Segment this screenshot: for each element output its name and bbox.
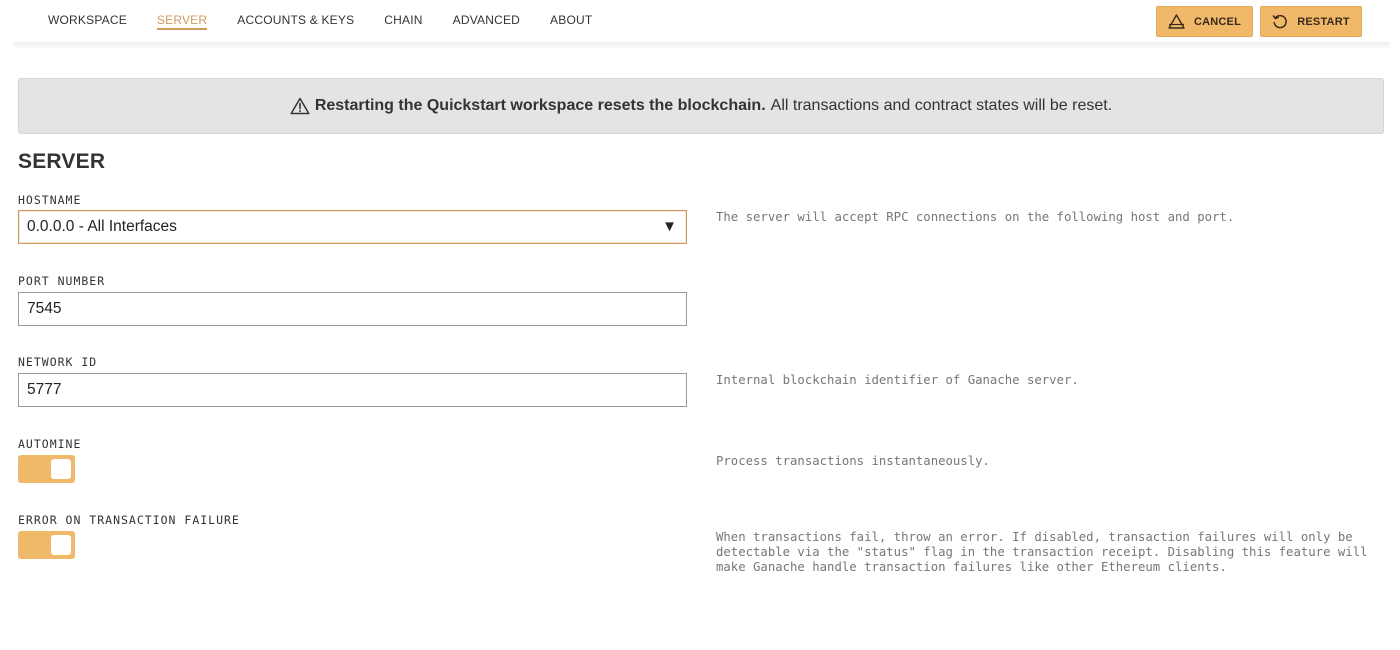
port-number-input[interactable]: 7545 bbox=[18, 292, 687, 326]
banner-strong-text: Restarting the Quickstart workspace rese… bbox=[314, 97, 766, 114]
banner-text: All transactions and contract states wil… bbox=[770, 97, 1113, 114]
port-number-label: PORT NUMBER bbox=[18, 274, 106, 288]
hostname-label: HOSTNAME bbox=[18, 193, 82, 207]
restart-button[interactable]: RESTART bbox=[1260, 6, 1362, 37]
restart-icon bbox=[1272, 14, 1288, 28]
automine-toggle[interactable] bbox=[18, 455, 75, 483]
automine-label: AUTOMINE bbox=[18, 437, 82, 451]
top-bar: WORKSPACE SERVER ACCOUNTS & KEYS CHAIN A… bbox=[0, 0, 1400, 44]
restart-button-label: RESTART bbox=[1297, 15, 1350, 28]
error-on-failure-toggle[interactable] bbox=[18, 531, 75, 559]
cancel-button-label: CANCEL bbox=[1193, 15, 1242, 28]
error-on-failure-label: ERROR ON TRANSACTION FAILURE bbox=[18, 513, 240, 527]
tab-about[interactable]: ABOUT bbox=[550, 13, 592, 30]
restart-warning-banner: Restarting the Quickstart workspace rese… bbox=[18, 78, 1384, 134]
hostname-description: The server will accept RPC connections o… bbox=[716, 210, 1235, 224]
network-id-input[interactable]: 5777 bbox=[18, 373, 687, 407]
tab-workspace[interactable]: WORKSPACE bbox=[48, 13, 127, 30]
error-on-failure-description: When transactions fail, throw an error. … bbox=[716, 530, 1368, 574]
automine-description: Process transactions instantaneously. bbox=[716, 454, 990, 468]
page-title: SERVER bbox=[18, 150, 106, 173]
tab-accounts-keys[interactable]: ACCOUNTS & KEYS bbox=[237, 13, 354, 30]
cancel-button[interactable]: CANCEL bbox=[1156, 6, 1253, 37]
tab-server[interactable]: SERVER bbox=[156, 13, 208, 30]
tab-advanced[interactable]: ADVANCED bbox=[453, 13, 520, 30]
settings-nav: WORKSPACE SERVER ACCOUNTS & KEYS CHAIN A… bbox=[48, 13, 622, 30]
warning-triangle-icon bbox=[290, 97, 310, 115]
toggle-knob bbox=[51, 535, 71, 555]
hostname-select[interactable]: 0.0.0.0 - All Interfaces ▼ bbox=[18, 210, 687, 244]
toggle-knob bbox=[51, 459, 71, 479]
tab-chain[interactable]: CHAIN bbox=[384, 13, 422, 30]
dropdown-arrow-icon: ▼ bbox=[662, 218, 677, 235]
warning-triangle-icon bbox=[1168, 14, 1185, 29]
network-id-label: NETWORK ID bbox=[18, 355, 98, 369]
hostname-select-value: 0.0.0.0 - All Interfaces bbox=[27, 218, 177, 235]
top-bar-shadow bbox=[14, 42, 1390, 50]
network-id-description: Internal blockchain identifier of Ganach… bbox=[716, 373, 1079, 387]
